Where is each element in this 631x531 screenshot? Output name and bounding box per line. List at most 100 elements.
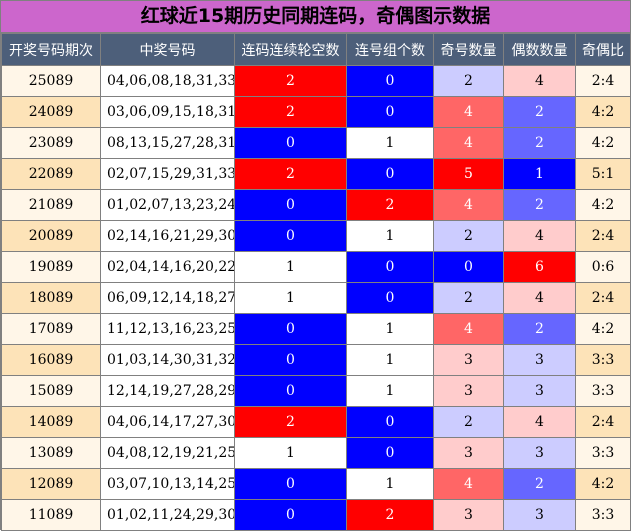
table-row: 2308908,13,15,27,28,31 1101424:2	[1, 127, 631, 159]
groups-cell: 0	[346, 406, 434, 438]
ratio-cell: 4:2	[575, 468, 631, 500]
ratio-cell: 4:2	[575, 127, 631, 159]
even-count-cell: 3	[503, 437, 576, 469]
groups-cell: 2	[346, 499, 434, 531]
groups-cell: 0	[346, 65, 434, 97]
numbers-cell: 03,06,09,15,18,31 01	[100, 96, 235, 128]
issue-cell: 13089	[1, 437, 101, 469]
numbers-cell: 01,02,11,24,29,30 12	[100, 499, 235, 531]
ratio-cell: 0:6	[575, 251, 631, 283]
table-row: 1808906,09,12,14,18,27 1410242:4	[1, 282, 631, 314]
issue-cell: 25089	[1, 65, 101, 97]
gap-cell: 1	[234, 282, 347, 314]
issue-cell: 16089	[1, 344, 101, 376]
gap-cell: 2	[234, 158, 347, 190]
odd-count-cell: 4	[433, 127, 504, 159]
ratio-cell: 3:3	[575, 344, 631, 376]
issue-cell: 18089	[1, 282, 101, 314]
ratio-cell: 4:2	[575, 313, 631, 345]
ratio-cell: 4:2	[575, 96, 631, 128]
groups-cell: 1	[346, 344, 434, 376]
numbers-cell: 01,03,14,30,31,32 08	[100, 344, 235, 376]
table-row: 1708911,12,13,16,23,25 1201424:2	[1, 313, 631, 345]
numbers-cell: 08,13,15,27,28,31 11	[100, 127, 235, 159]
groups-cell: 0	[346, 437, 434, 469]
ratio-cell: 4:2	[575, 189, 631, 221]
table-row: 2108901,02,07,13,23,24 1202424:2	[1, 189, 631, 221]
ratio-cell: 3:3	[575, 375, 631, 407]
groups-cell: 1	[346, 127, 434, 159]
issue-cell: 17089	[1, 313, 101, 345]
ratio-cell: 3:3	[575, 499, 631, 531]
table-row: 1608901,03,14,30,31,32 0801333:3	[1, 344, 631, 376]
ratio-cell: 2:4	[575, 406, 631, 438]
gap-cell: 0	[234, 189, 347, 221]
gap-cell: 0	[234, 468, 347, 500]
table-row: 2208902,07,15,29,31,33 1520515:1	[1, 158, 631, 190]
groups-cell: 0	[346, 158, 434, 190]
issue-cell: 21089	[1, 189, 101, 221]
issue-cell: 19089	[1, 251, 101, 283]
odd-count-cell: 4	[433, 313, 504, 345]
odd-count-cell: 0	[433, 251, 504, 283]
groups-cell: 0	[346, 282, 434, 314]
ratio-cell: 2:4	[575, 220, 631, 252]
odd-count-cell: 2	[433, 406, 504, 438]
table-row: 1408904,06,14,17,27,30 0920242:4	[1, 406, 631, 438]
gap-cell: 2	[234, 406, 347, 438]
issue-cell: 11089	[1, 499, 101, 531]
header-ratio: 奇偶比	[575, 33, 631, 66]
gap-cell: 0	[234, 127, 347, 159]
table-row: 1508912,14,19,27,28,29 0101333:3	[1, 375, 631, 407]
odd-count-cell: 5	[433, 158, 504, 190]
header-odd: 奇号数量	[433, 33, 504, 66]
odd-count-cell: 3	[433, 375, 504, 407]
ratio-cell: 3:3	[575, 437, 631, 469]
even-count-cell: 1	[503, 158, 576, 190]
numbers-cell: 01,02,07,13,23,24 12	[100, 189, 235, 221]
table-row: 1308904,08,12,19,21,25 1310333:3	[1, 437, 631, 469]
even-count-cell: 4	[503, 65, 576, 97]
odd-count-cell: 3	[433, 344, 504, 376]
numbers-cell: 02,14,16,21,29,30 10	[100, 220, 235, 252]
table-row: 1908902,04,14,16,20,22 1110060:6	[1, 251, 631, 283]
issue-cell: 15089	[1, 375, 101, 407]
even-count-cell: 4	[503, 406, 576, 438]
table-row: 2508904,06,08,18,31,33 0520242:4	[1, 65, 631, 97]
even-count-cell: 2	[503, 189, 576, 221]
even-count-cell: 2	[503, 313, 576, 345]
groups-cell: 1	[346, 220, 434, 252]
odd-count-cell: 2	[433, 65, 504, 97]
numbers-cell: 04,08,12,19,21,25 13	[100, 437, 235, 469]
header-groups: 连号组个数	[346, 33, 434, 66]
groups-cell: 1	[346, 468, 434, 500]
ratio-cell: 2:4	[575, 65, 631, 97]
issue-cell: 20089	[1, 220, 101, 252]
table-row: 1208903,07,10,13,14,25 1101424:2	[1, 468, 631, 500]
even-count-cell: 3	[503, 499, 576, 531]
gap-cell: 0	[234, 375, 347, 407]
ratio-cell: 2:4	[575, 282, 631, 314]
table-row: 2408903,06,09,15,18,31 0120424:2	[1, 96, 631, 128]
groups-cell: 1	[346, 313, 434, 345]
numbers-cell: 02,07,15,29,31,33 15	[100, 158, 235, 190]
even-count-cell: 2	[503, 127, 576, 159]
gap-cell: 1	[234, 437, 347, 469]
gap-cell: 2	[234, 65, 347, 97]
gap-cell: 2	[234, 96, 347, 128]
table-header-row: 开奖号码期次 中奖号码 连码连续轮空数 连号组个数 奇号数量 偶数数量 奇偶比	[1, 33, 631, 66]
header-gap: 连码连续轮空数	[234, 33, 347, 66]
even-count-cell: 3	[503, 344, 576, 376]
issue-cell: 14089	[1, 406, 101, 438]
stats-table: 开奖号码期次 中奖号码 连码连续轮空数 连号组个数 奇号数量 偶数数量 奇偶比 …	[1, 33, 631, 531]
issue-cell: 24089	[1, 96, 101, 128]
header-numbers: 中奖号码	[100, 33, 235, 66]
gap-cell: 0	[234, 313, 347, 345]
numbers-cell: 04,06,14,17,27,30 09	[100, 406, 235, 438]
issue-cell: 23089	[1, 127, 101, 159]
groups-cell: 0	[346, 96, 434, 128]
odd-count-cell: 4	[433, 189, 504, 221]
numbers-cell: 06,09,12,14,18,27 14	[100, 282, 235, 314]
groups-cell: 0	[346, 251, 434, 283]
even-count-cell: 2	[503, 468, 576, 500]
